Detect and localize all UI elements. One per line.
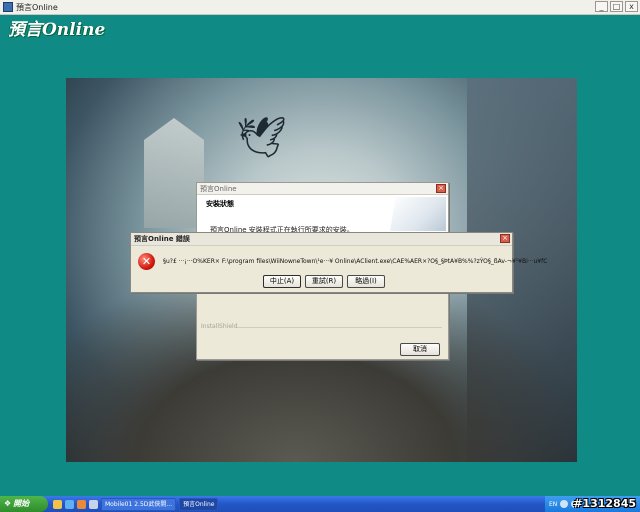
setup-page-icon xyxy=(390,197,446,231)
error-icon: ✕ xyxy=(138,253,155,270)
artwork-banner xyxy=(144,118,204,228)
error-dialog-title: 預言Online 錯誤 xyxy=(134,235,190,243)
close-button[interactable]: x xyxy=(625,1,638,12)
taskbar-item-browser[interactable]: Mobile01 2.5D武俠開... xyxy=(101,497,177,511)
taskbar-item-game[interactable]: 預言Online xyxy=(179,497,219,511)
windows-logo-icon: ❖ xyxy=(4,499,12,508)
game-logo: 預言Online xyxy=(8,20,106,40)
setup-dialog-header: 安裝狀態 預言Online 安裝程式正在執行所要求的安裝。 xyxy=(197,195,448,236)
error-dialog-close-icon[interactable]: × xyxy=(500,234,510,243)
quicklaunch-media-icon[interactable] xyxy=(77,499,86,509)
tray-network-icon[interactable] xyxy=(560,500,569,508)
quicklaunch-ie-icon[interactable] xyxy=(65,499,74,509)
artwork-raven-icon: 🕊 xyxy=(236,115,287,161)
minimize-button[interactable]: _ xyxy=(595,1,608,12)
error-dialog: 預言Online 錯誤 × ✕ §u?£ ···¡···O%KER× F:\pr… xyxy=(130,232,547,293)
maximize-button[interactable]: □ xyxy=(610,1,623,12)
ignore-button[interactable]: 略過(I) xyxy=(347,275,385,288)
start-button-label: 開始 xyxy=(13,499,30,508)
quick-launch xyxy=(53,499,98,509)
outer-window-titlebar: 預言Online _ □ x xyxy=(0,0,640,15)
app-icon xyxy=(3,2,13,12)
outer-window-title: 預言Online xyxy=(16,2,58,12)
language-indicator[interactable]: EN xyxy=(549,501,557,508)
taskbar: ❖ 開始 Mobile01 2.5D武俠開... 預言Online EN xyxy=(0,496,640,512)
window-controls: _ □ x xyxy=(595,1,638,12)
quicklaunch-desktop-icon[interactable] xyxy=(89,499,98,509)
abort-button[interactable]: 中止(A) xyxy=(263,275,301,288)
watermark: #1312845 xyxy=(573,497,636,510)
setup-divider xyxy=(237,327,442,328)
error-message: §u?£ ···¡···O%KER× F:\program files\WiiN… xyxy=(163,258,548,265)
start-button[interactable]: ❖ 開始 xyxy=(0,496,48,512)
installshield-brand: InstallShield xyxy=(201,323,238,330)
quicklaunch-folder-icon[interactable] xyxy=(53,499,62,509)
setup-dialog-close-icon[interactable]: × xyxy=(436,184,446,193)
cancel-button[interactable]: 取消 xyxy=(400,343,440,356)
setup-dialog-titlebar: 預言Online xyxy=(197,183,448,195)
error-dialog-titlebar: 預言Online 錯誤 xyxy=(131,233,512,246)
retry-button[interactable]: 重試(R) xyxy=(305,275,343,288)
setup-dialog-title: 預言Online xyxy=(200,184,237,193)
setup-header-title: 安裝狀態 xyxy=(206,200,234,208)
